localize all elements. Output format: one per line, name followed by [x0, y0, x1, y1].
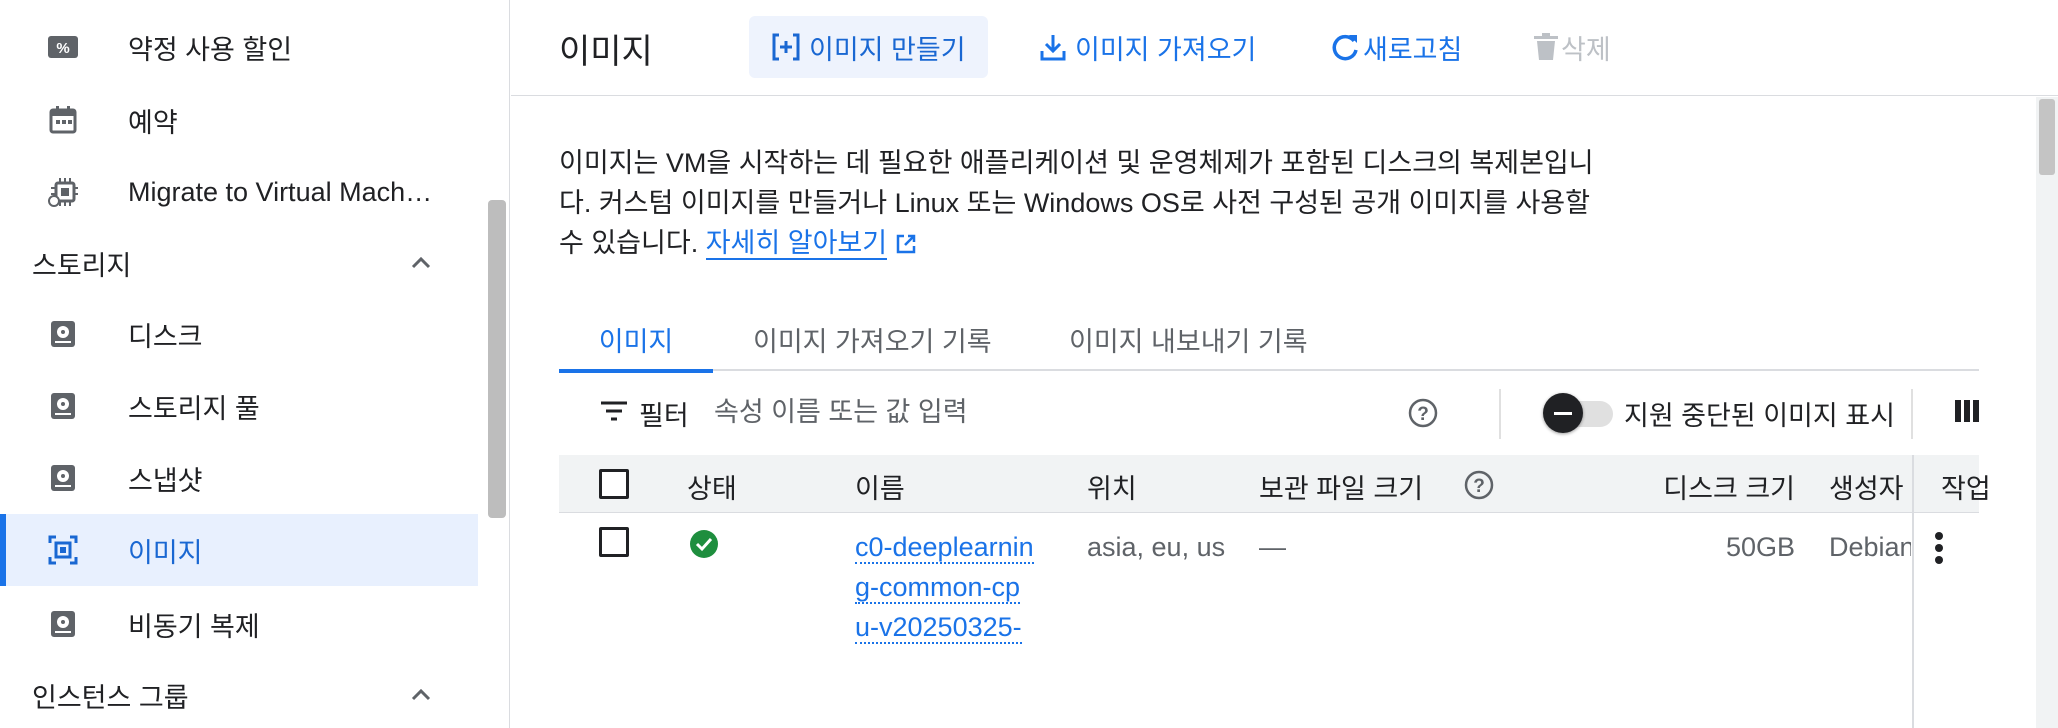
column-display-icon[interactable]	[1953, 397, 1981, 425]
create-image-button[interactable]: 이미지 만들기	[749, 16, 988, 78]
column-header-archive-size[interactable]: 보관 파일 크기	[1259, 467, 1423, 506]
chevron-up-icon	[406, 248, 436, 278]
chevron-up-icon	[406, 680, 436, 710]
svg-text:%: %	[56, 40, 69, 57]
column-header-location[interactable]: 위치	[1087, 467, 1137, 506]
tab-label: 이미지 내보내기 기록	[1069, 326, 1308, 357]
percent-tag-icon: %	[46, 30, 80, 64]
learn-more-link[interactable]: 자세히 알아보기	[705, 228, 888, 260]
row-checkbox[interactable]	[599, 527, 629, 557]
filter-bar: 필터 ? 지원 중단된 이미지 표시	[559, 373, 1979, 453]
delete-label: 삭제	[1561, 34, 1611, 65]
sidebar-item-label: 디스크	[128, 321, 203, 352]
create-image-label: 이미지 만들기	[809, 34, 966, 65]
page-description: 이미지는 VM을 시작하는 데 필요한 애플리케이션 및 운영체제가 포함된 디…	[559, 143, 1599, 263]
disk-icon	[46, 317, 80, 351]
sidebar-item-reservations[interactable]: 예약	[0, 84, 478, 156]
sidebar-section-label: 스토리지	[32, 250, 132, 281]
sidebar-item-label: 스냅샷	[128, 465, 203, 496]
table-header: 상태 이름 위치 보관 파일 크기 ? 디스크 크기 생성자 작업	[559, 455, 1991, 513]
svg-text:?: ?	[1417, 404, 1429, 425]
tab-import-history[interactable]: 이미지 가져오기 기록	[753, 307, 992, 371]
main-scrollbar[interactable]	[2036, 97, 2058, 728]
column-header-status[interactable]: 상태	[687, 467, 737, 506]
deprecated-images-toggle[interactable]	[1543, 393, 1617, 433]
sidebar-section-instance-groups[interactable]: 인스턴스 그룹	[0, 660, 478, 728]
filter-input[interactable]	[714, 389, 1374, 435]
sidebar-item-async-replication[interactable]: 비동기 복제	[0, 588, 478, 660]
table-row: c0-deeplearning-common-cpu-v20250325- as…	[559, 515, 1979, 728]
help-icon[interactable]: ?	[1407, 397, 1439, 429]
more-vert-icon	[1935, 532, 1943, 564]
disk-icon	[46, 607, 80, 641]
sidebar-item-label: 비동기 복제	[128, 611, 260, 642]
sidebar-item-label: 약정 사용 할인	[128, 34, 293, 65]
svg-text:?: ?	[1473, 476, 1485, 497]
disk-icon	[46, 389, 80, 423]
main-content: 이미지는 VM을 시작하는 데 필요한 애플리케이션 및 운영체제가 포함된 디…	[511, 97, 2058, 728]
refresh-button[interactable]: 새로고침	[1307, 16, 1484, 78]
status-ok-icon	[690, 530, 718, 558]
disk-size-cell: 50GB	[1725, 532, 1795, 562]
sidebar-item-committed-use-discounts[interactable]: % 약정 사용 할인	[0, 11, 478, 83]
creator-cell: Debian	[1829, 532, 1911, 562]
filter-label[interactable]: 필터	[639, 394, 689, 433]
sidebar-item-migrate[interactable]: Migrate to Virtual Mach…	[0, 156, 478, 228]
sidebar-item-label: Migrate to Virtual Mach…	[128, 176, 433, 207]
column-header-creator[interactable]: 생성자	[1829, 467, 1911, 506]
image-name-cell: c0-deeplearning-common-cpu-v20250325-	[855, 527, 1035, 647]
tab-images[interactable]: 이미지	[559, 307, 713, 373]
row-actions-button[interactable]	[1914, 527, 1964, 569]
sidebar-item-label: 예약	[128, 107, 178, 138]
column-header-name[interactable]: 이름	[855, 467, 905, 506]
external-link-icon	[896, 234, 915, 254]
sidebar-section-storage[interactable]: 스토리지	[0, 228, 478, 298]
sidebar-item-label: 이미지	[128, 537, 203, 568]
sidebar: % 약정 사용 할인 예약 Migrate to Virtual Mach… 스…	[0, 0, 510, 728]
refresh-icon	[1332, 34, 1358, 61]
download-icon	[1040, 35, 1066, 61]
image-name-link[interactable]: c0-deeplearning-common-cpu-v20250325-	[855, 532, 1034, 644]
divider	[1911, 389, 1913, 439]
learn-more-label: 자세히 알아보기	[705, 228, 888, 258]
deprecated-toggle-label: 지원 중단된 이미지 표시	[1624, 401, 1895, 431]
divider	[1499, 389, 1501, 439]
archive-size-cell: —	[1259, 532, 1286, 562]
add-box-icon	[772, 33, 800, 61]
column-header-actions: 작업	[1941, 474, 1991, 504]
sidebar-item-snapshots[interactable]: 스냅샷	[0, 442, 478, 514]
migrate-chip-icon	[46, 175, 80, 209]
page-title: 이미지	[559, 33, 653, 71]
tab-label: 이미지	[598, 326, 674, 357]
import-image-label: 이미지 가져오기	[1075, 34, 1257, 65]
page-header: 이미지 이미지 만들기 이미지 가져오기 새로고침 삭제	[511, 0, 2058, 96]
main-scrollbar-thumb[interactable]	[2039, 99, 2055, 175]
sidebar-item-storage-pools[interactable]: 스토리지 풀	[0, 370, 478, 442]
sidebar-item-disks[interactable]: 디스크	[0, 298, 478, 370]
image-icon	[46, 533, 80, 567]
import-image-button[interactable]: 이미지 가져오기	[1017, 16, 1278, 78]
sidebar-item-label: 스토리지 풀	[128, 393, 260, 424]
sidebar-section-label: 인스턴스 그룹	[32, 682, 189, 713]
tab-export-history[interactable]: 이미지 내보내기 기록	[1069, 307, 1308, 371]
location-cell: asia, eu, us	[1087, 532, 1226, 562]
trash-icon	[1534, 33, 1558, 60]
toggle-knob	[1543, 393, 1583, 433]
column-header-disk-size[interactable]: 디스크 크기	[1595, 467, 1795, 506]
help-icon[interactable]: ?	[1463, 469, 1495, 501]
calendar-icon	[46, 103, 80, 137]
select-all-checkbox[interactable]	[599, 469, 629, 499]
delete-button[interactable]: 삭제	[1511, 16, 1633, 78]
tab-label: 이미지 가져오기 기록	[753, 326, 992, 357]
sidebar-scrollbar[interactable]	[488, 200, 506, 518]
image-tabs: 이미지 이미지 가져오기 기록 이미지 내보내기 기록	[559, 307, 1979, 373]
refresh-label: 새로고침	[1363, 34, 1463, 65]
filter-icon[interactable]	[599, 399, 629, 423]
image-name: c0-deeplearning-common-cpu-v20250325-	[855, 532, 1034, 644]
sidebar-item-images[interactable]: 이미지	[0, 514, 478, 586]
disk-icon	[46, 461, 80, 495]
